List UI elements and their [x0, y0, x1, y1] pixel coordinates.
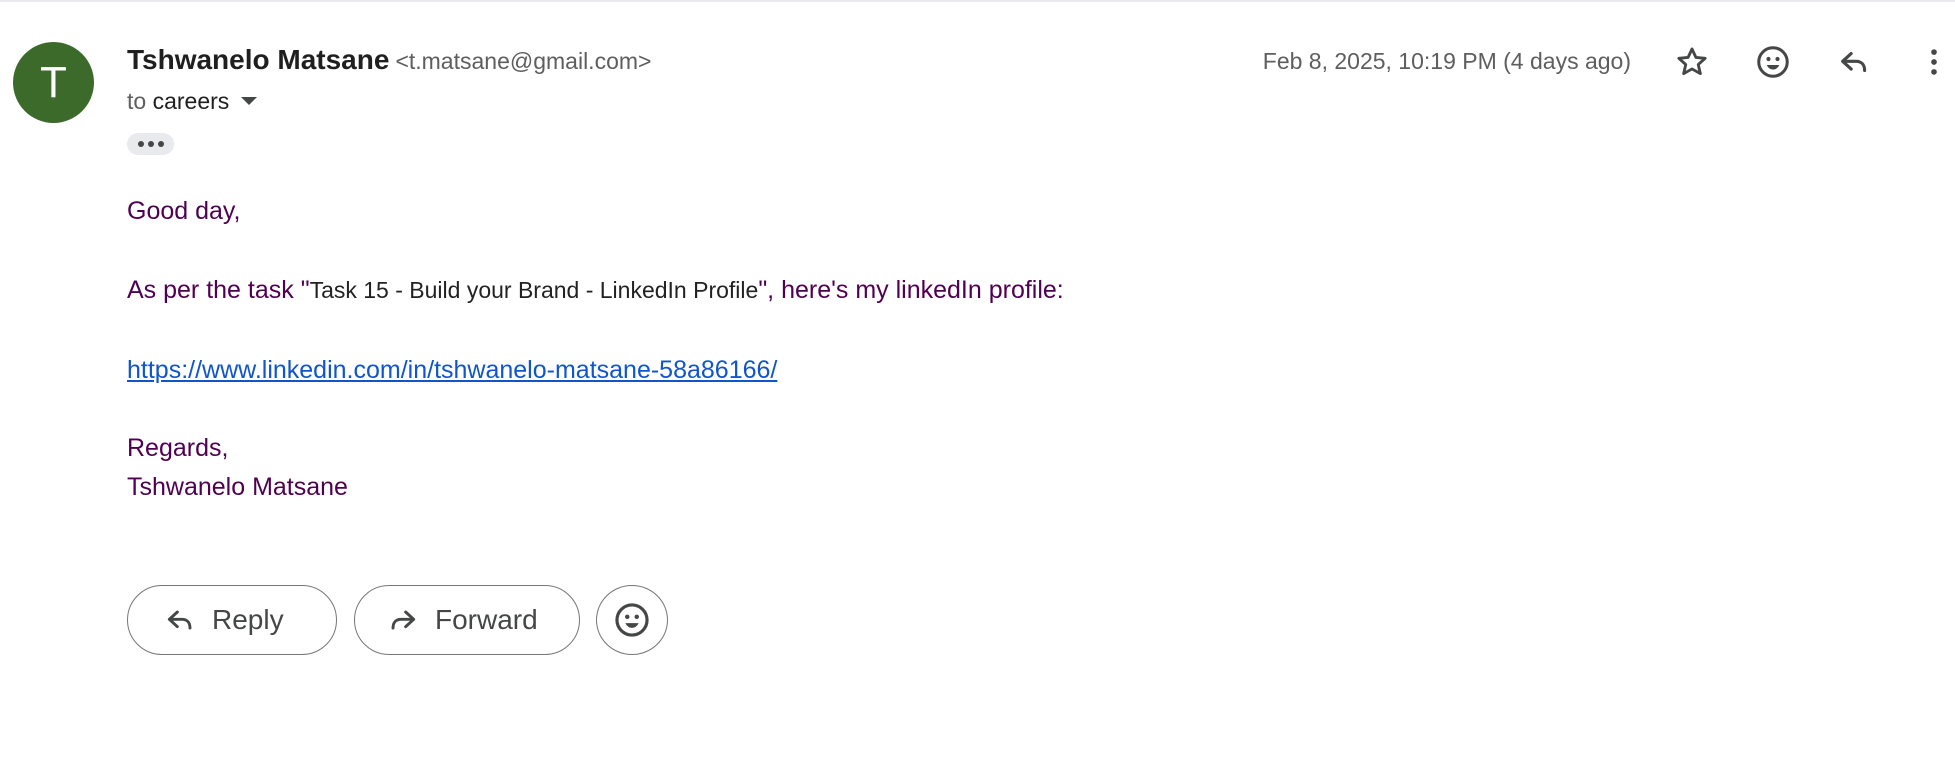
avatar[interactable]: T — [13, 42, 94, 123]
top-divider — [0, 0, 1955, 2]
forward-icon — [391, 610, 416, 630]
reply-icon — [167, 610, 192, 630]
recipient-line[interactable]: to careers — [127, 88, 258, 115]
signoff: Regards, — [127, 434, 229, 462]
body-text-suffix: ", here's my linkedIn profile: — [758, 276, 1064, 304]
forward-button[interactable]: Forward — [354, 585, 580, 655]
star-icon[interactable] — [1670, 40, 1714, 84]
sender-line: Tshwanelo Matsane <t.matsane@gmail.com> — [127, 44, 651, 76]
body-paragraph: As per the task "Task 15 - Build your Br… — [127, 276, 1064, 305]
email-view: T Tshwanelo Matsane <t.matsane@gmail.com>… — [0, 0, 1955, 776]
chevron-down-icon[interactable] — [241, 96, 258, 105]
show-trimmed-content-button[interactable] — [127, 133, 174, 155]
linkedin-profile-link[interactable]: https://www.linkedin.com/in/tshwanelo-ma… — [127, 356, 777, 385]
signature: Tshwanelo Matsane — [127, 473, 348, 501]
body-text-prefix: As per the task " — [127, 276, 310, 304]
sender-email: <t.matsane@gmail.com> — [395, 48, 652, 74]
dot-icon — [137, 141, 144, 147]
more-vert-icon[interactable] — [1912, 40, 1955, 84]
reply-button[interactable]: Reply — [127, 585, 337, 655]
emoji-icon[interactable] — [1751, 40, 1795, 84]
forward-label: Forward — [435, 604, 538, 635]
recipient-name: careers — [152, 88, 230, 114]
dot-icon — [147, 141, 154, 147]
reply-label: Reply — [212, 604, 284, 635]
emoji-reaction-button[interactable] — [596, 585, 668, 655]
recipient-prefix: to — [127, 88, 147, 114]
task-name: Task 15 - Build your Brand - LinkedIn Pr… — [309, 277, 759, 303]
sender-name[interactable]: Tshwanelo Matsane — [127, 44, 389, 75]
greeting: Good day, — [127, 197, 241, 225]
reply-icon[interactable] — [1832, 40, 1876, 84]
emoji-icon — [615, 603, 649, 637]
message-date: Feb 8, 2025, 10:19 PM (4 days ago) — [1262, 48, 1631, 74]
dot-icon — [157, 141, 164, 147]
